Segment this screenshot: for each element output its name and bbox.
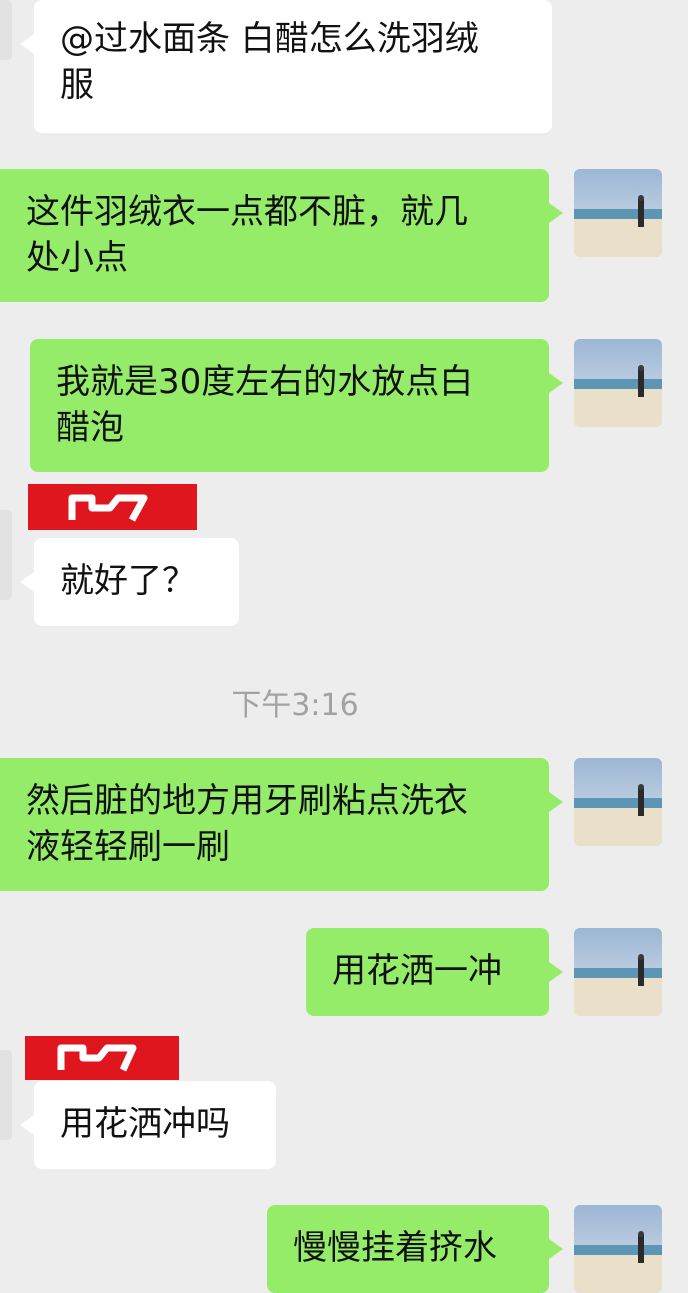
beach-photo-avatar-icon [574,169,662,257]
redacted-sender-name [28,484,197,530]
avatar[interactable] [574,339,662,427]
timestamp: 下午3:16 [231,688,359,723]
avatar[interactable] [574,928,662,1016]
avatar[interactable] [574,169,662,257]
message-bubble-incoming[interactable]: 就好了？ [20,538,239,626]
redacted-sender-name [25,1036,179,1080]
message-bubble-incoming[interactable]: 用花洒冲吗 [20,1081,276,1169]
avatar-edge [0,1050,12,1140]
avatar-edge [0,0,12,60]
redacted-name-icon [57,1044,137,1072]
message-bubble-outgoing[interactable]: 我就是30度左右的水放点白 醋泡 [30,339,563,472]
message-bubble-outgoing[interactable]: 这件羽绒衣一点都不脏，就几 处小点 [0,169,563,302]
beach-photo-avatar-icon [574,339,662,427]
message-bubble-outgoing[interactable]: 用花洒一冲 [306,928,563,1016]
avatar-edge [0,510,12,600]
beach-photo-avatar-icon [574,928,662,1016]
beach-photo-avatar-icon [574,758,662,846]
avatar[interactable] [574,758,662,846]
message-bubble-incoming[interactable]: @过水面条 白醋怎么洗羽绒 服 [20,0,552,133]
message-bubble-outgoing[interactable]: 然后脏的地方用牙刷粘点洗衣 液轻轻刷一刷 [0,758,563,891]
redacted-name-icon [68,494,148,522]
